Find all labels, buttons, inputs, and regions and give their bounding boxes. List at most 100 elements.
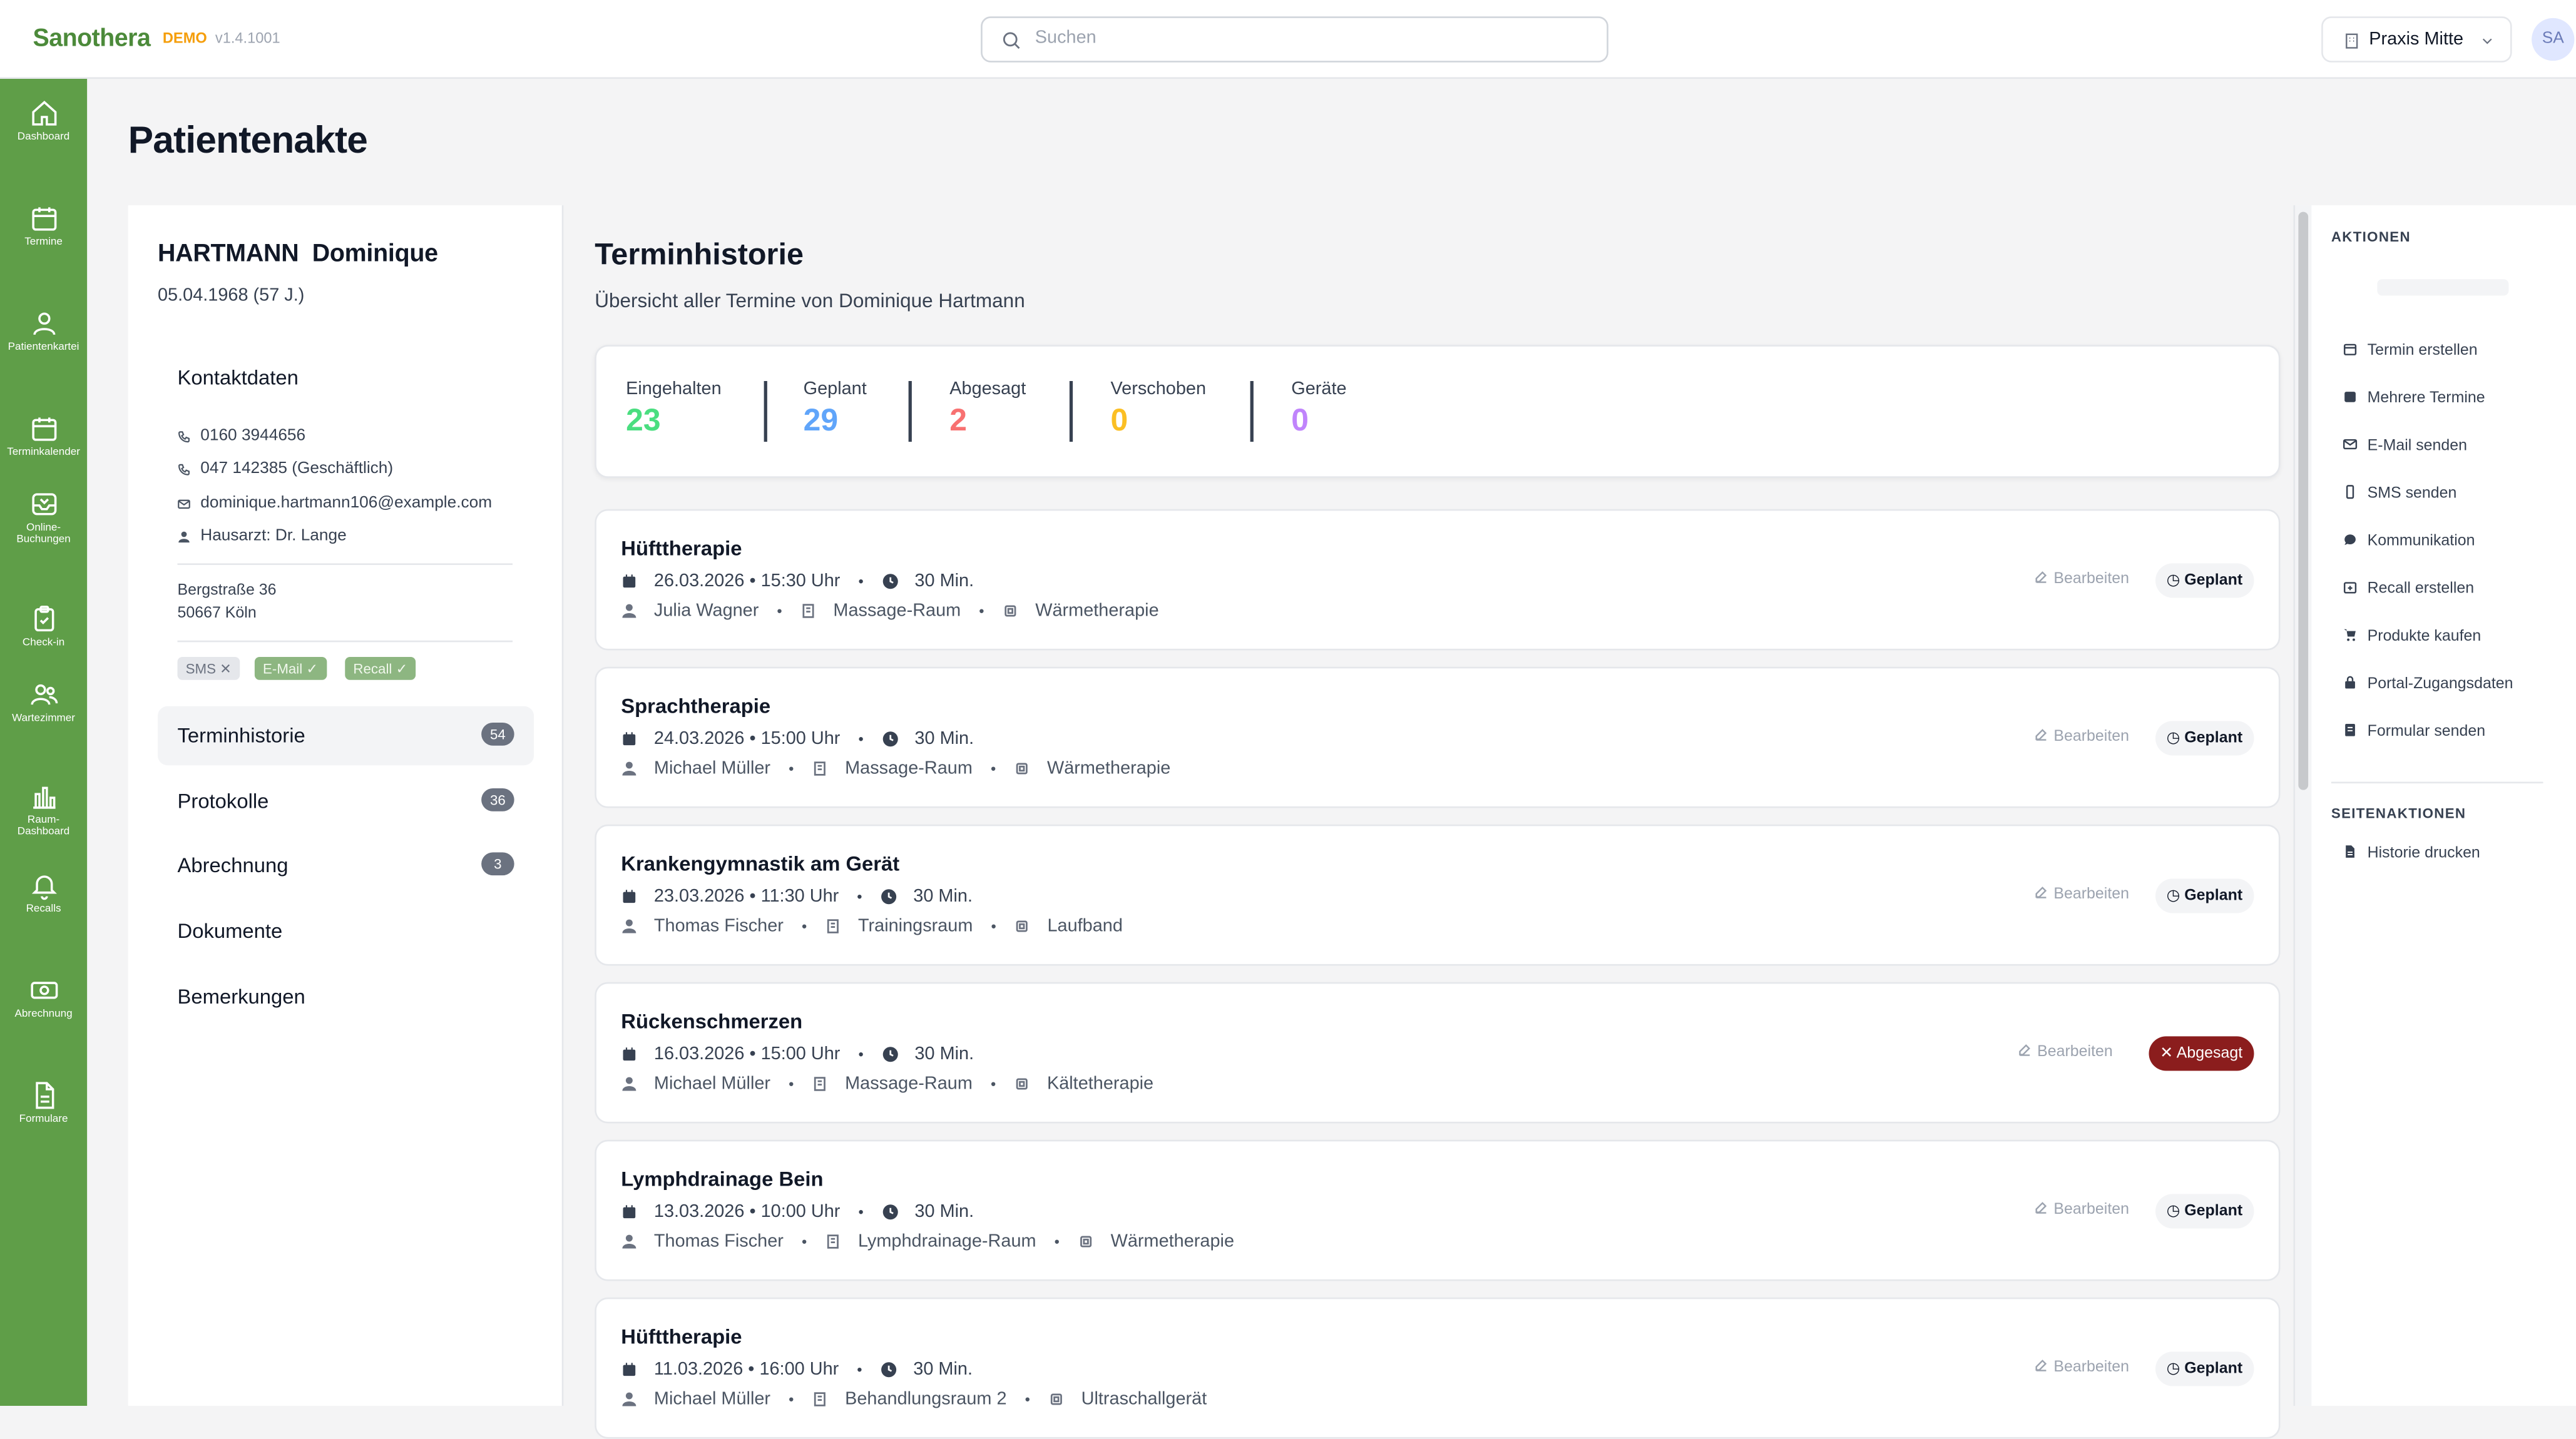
building-icon	[827, 919, 839, 933]
sidebar-item-abrechnung[interactable]: Abrechnung	[0, 975, 87, 1020]
appointment-card[interactable]: Lymphdrainage Bein 13.03.2026 • 10:00 Uh…	[595, 1139, 2281, 1281]
edit-button[interactable]: Bearbeiten	[2034, 1201, 2129, 1219]
search-input[interactable]	[1031, 26, 1581, 49]
calendar-icon	[623, 732, 636, 746]
appointment-card[interactable]: Rückenschmerzen 16.03.2026 • 15:00 Uhr •…	[595, 982, 2281, 1124]
tab-terminhistorie[interactable]: Terminhistorie 54	[158, 706, 534, 766]
status-badge: ◷ Geplant	[2155, 1194, 2254, 1229]
appointment-title: Hüfttherapie	[621, 537, 742, 561]
action-sms-senden[interactable]: SMS senden	[2343, 484, 2456, 502]
edit-button[interactable]: Bearbeiten	[2018, 1043, 2113, 1061]
phone-icon	[2346, 485, 2354, 499]
mail-icon	[178, 499, 190, 509]
scrollbar[interactable]	[2293, 205, 2312, 1406]
appointment-datetime: 26.03.2026 • 15:30 Uhr	[653, 571, 841, 592]
top-bar: Sanothera DEMO v1.4.1001 Praxis Mitte SA	[0, 0, 2576, 79]
clock-icon	[881, 1362, 896, 1378]
action-produkte-kaufen[interactable]: Produkte kaufen	[2343, 628, 2481, 646]
divider	[1069, 381, 1073, 442]
stat-verschoben: Verschoben 0	[1110, 379, 1207, 439]
action-formular-senden[interactable]: Formular senden	[2343, 723, 2485, 741]
home-icon	[31, 101, 56, 126]
appointment-title: Lymphdrainage Bein	[621, 1167, 824, 1191]
appointment-room: Lymphdrainage-Raum	[857, 1231, 1036, 1252]
edit-icon	[2035, 1360, 2047, 1371]
action-historie-drucken[interactable]: Historie drucken	[2343, 844, 2480, 862]
email-consent-chip: E-Mail ✓	[254, 657, 327, 680]
users-icon	[30, 684, 58, 705]
brand-logo[interactable]: Sanothera	[33, 24, 151, 53]
address-city: 50667 Köln	[177, 604, 257, 623]
sidebar-item-termine[interactable]: Termine	[0, 204, 87, 248]
sidebar-item-online-buchungen[interactable]: Online-Buchungen	[0, 489, 87, 546]
action-recall-erstellen[interactable]: Recall erstellen	[2343, 580, 2474, 598]
calendar-icon	[31, 417, 56, 441]
edit-button[interactable]: Bearbeiten	[2034, 728, 2129, 746]
appointment-duration: 30 Min.	[914, 571, 974, 592]
search-box[interactable]	[981, 16, 1608, 63]
sidebar: Dashboard Termine Patientenkartei Termin…	[0, 79, 88, 1406]
scrollbar-thumb[interactable]	[2298, 211, 2309, 790]
divider	[177, 640, 513, 643]
count-badge: 54	[481, 723, 514, 746]
clock-icon	[882, 1047, 897, 1062]
action-kommunikation[interactable]: Kommunikation	[2343, 532, 2475, 550]
tab-abrechnung[interactable]: Abrechnung 3	[158, 836, 534, 895]
sidebar-item-wartezimmer[interactable]: Wartezimmer	[0, 680, 87, 725]
edit-icon	[2019, 1044, 2031, 1056]
phone-icon	[178, 431, 190, 443]
sidebar-item-check-in[interactable]: Check-in	[0, 604, 87, 649]
building-icon	[2346, 33, 2358, 49]
building-icon	[814, 1392, 826, 1406]
calendar-plus-icon	[2343, 582, 2357, 594]
appointment-card[interactable]: Krankengymnastik am Gerät 23.03.2026 • 1…	[595, 824, 2281, 966]
edit-button[interactable]: Bearbeiten	[2034, 570, 2129, 588]
practice-selector[interactable]: Praxis Mitte	[2321, 16, 2512, 63]
action-mehrere-termine[interactable]: Mehrere Termine	[2343, 389, 2485, 407]
form-icon	[2345, 723, 2355, 736]
person-icon	[622, 919, 636, 933]
sidebar-item-formulare[interactable]: Formulare	[0, 1081, 87, 1125]
print-icon	[2346, 845, 2354, 858]
user-avatar[interactable]: SA	[2532, 18, 2575, 61]
calendar-icon	[623, 574, 636, 588]
tab-protokolle[interactable]: Protokolle 36	[158, 772, 534, 831]
tab-dokumente[interactable]: Dokumente	[158, 902, 534, 961]
money-icon	[30, 982, 58, 999]
sidebar-item-dashboard[interactable]: Dashboard	[0, 99, 87, 143]
appointment-title: Sprachtherapie	[621, 694, 771, 718]
action-email-senden[interactable]: E-Mail senden	[2343, 437, 2467, 455]
calendar-icon	[623, 890, 636, 903]
device-icon	[1016, 1078, 1028, 1090]
divider	[764, 381, 767, 442]
sidebar-item-raum-dashboard[interactable]: Raum-Dashboard	[0, 782, 87, 838]
appointment-card[interactable]: Hüfttherapie 11.03.2026 • 16:00 Uhr • 30…	[595, 1297, 2281, 1439]
clock-icon	[882, 1204, 897, 1220]
calendar-icon	[2344, 392, 2356, 402]
appointment-card[interactable]: Sprachtherapie 24.03.2026 • 15:00 Uhr • …	[595, 666, 2281, 808]
edit-button[interactable]: Bearbeiten	[2034, 885, 2129, 903]
appointment-datetime: 11.03.2026 • 16:00 Uhr	[653, 1360, 839, 1380]
action-termin-erstellen[interactable]: Termin erstellen	[2343, 342, 2478, 360]
appointment-room: Massage-Raum	[845, 758, 973, 779]
sidebar-item-patientenkartei[interactable]: Patientenkartei	[0, 309, 87, 353]
action-portal-zugangsdaten[interactable]: Portal-Zugangsdaten	[2343, 675, 2513, 693]
bell-icon	[31, 875, 56, 900]
calendar-icon	[623, 1363, 636, 1376]
actions-header: AKTIONEN	[2331, 228, 2411, 245]
device-icon	[1016, 763, 1028, 775]
tab-bemerkungen[interactable]: Bemerkungen	[158, 967, 534, 1027]
stat-eingehalten: Eingehalten 23	[626, 379, 722, 439]
person-icon	[622, 761, 636, 776]
phone-icon	[178, 464, 190, 475]
appointment-therapist: Michael Müller	[653, 1074, 771, 1094]
sidebar-item-recalls[interactable]: Recalls	[0, 870, 87, 915]
sidebar-item-terminkalender[interactable]: Terminkalender	[0, 414, 87, 458]
page-title: Patientenakte	[128, 118, 368, 161]
person-icon	[622, 1392, 636, 1406]
status-badge: ◷ Geplant	[2155, 878, 2254, 913]
device-icon	[1016, 920, 1028, 932]
clock-icon	[881, 889, 896, 905]
edit-button[interactable]: Bearbeiten	[2034, 1358, 2129, 1376]
appointment-card[interactable]: Hüfttherapie 26.03.2026 • 15:30 Uhr • 30…	[595, 509, 2281, 651]
